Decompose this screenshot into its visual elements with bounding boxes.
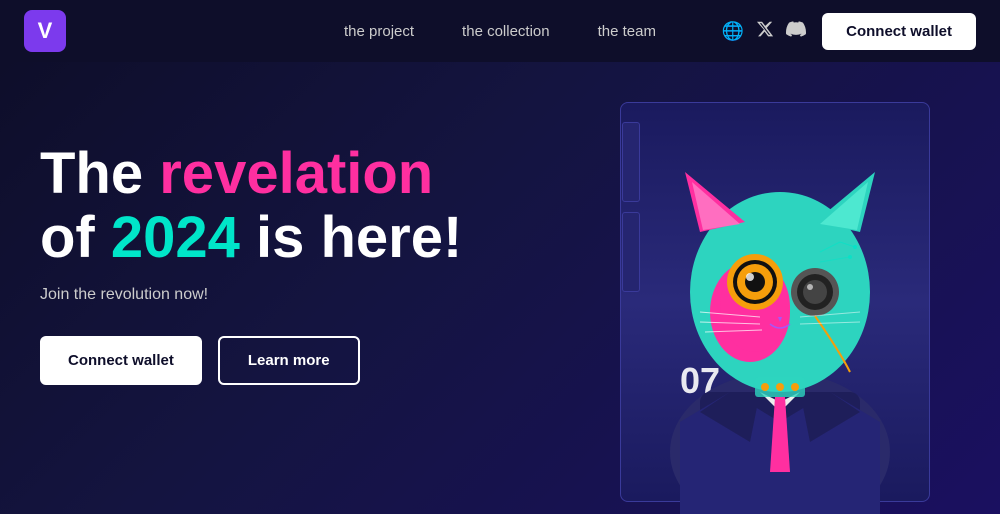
globe-icon[interactable]: 🌐 [722, 21, 744, 42]
headline-revelation: revelation [159, 141, 433, 206]
navbar: V the project the collection the team 🌐 … [0, 0, 1000, 62]
hero-section: The revelation of 2024 is here! Join the… [0, 62, 1000, 514]
hero-illustration: 07 [580, 82, 960, 514]
hero-left: The revelation of 2024 is here! Join the… [40, 92, 560, 385]
nav-link-collection[interactable]: the collection [462, 23, 550, 40]
headline-the: The [40, 141, 159, 206]
headline-of: of [40, 205, 111, 270]
nav-link-project[interactable]: the project [344, 23, 414, 40]
hero-subtext: Join the revolution now! [40, 286, 560, 304]
nav-social-icons: 🌐 [722, 19, 806, 44]
twitter-icon[interactable] [756, 20, 774, 43]
nav-right: 🌐 Connect wallet [722, 13, 976, 50]
connect-wallet-button[interactable]: Connect wallet [822, 13, 976, 50]
hero-connect-wallet-button[interactable]: Connect wallet [40, 336, 202, 385]
cat-svg [600, 82, 960, 514]
hero-buttons: Connect wallet Learn more [40, 336, 560, 385]
headline-2024: 2024 [111, 205, 240, 270]
nav-link-team[interactable]: the team [598, 23, 656, 40]
hero-learn-more-button[interactable]: Learn more [218, 336, 360, 385]
discord-icon[interactable] [786, 19, 806, 44]
headline-is-here: is here! [240, 205, 462, 270]
logo[interactable]: V [24, 10, 66, 52]
nav-links: the project the collection the team [344, 23, 656, 40]
hero-headline: The revelation of 2024 is here! [40, 142, 560, 270]
